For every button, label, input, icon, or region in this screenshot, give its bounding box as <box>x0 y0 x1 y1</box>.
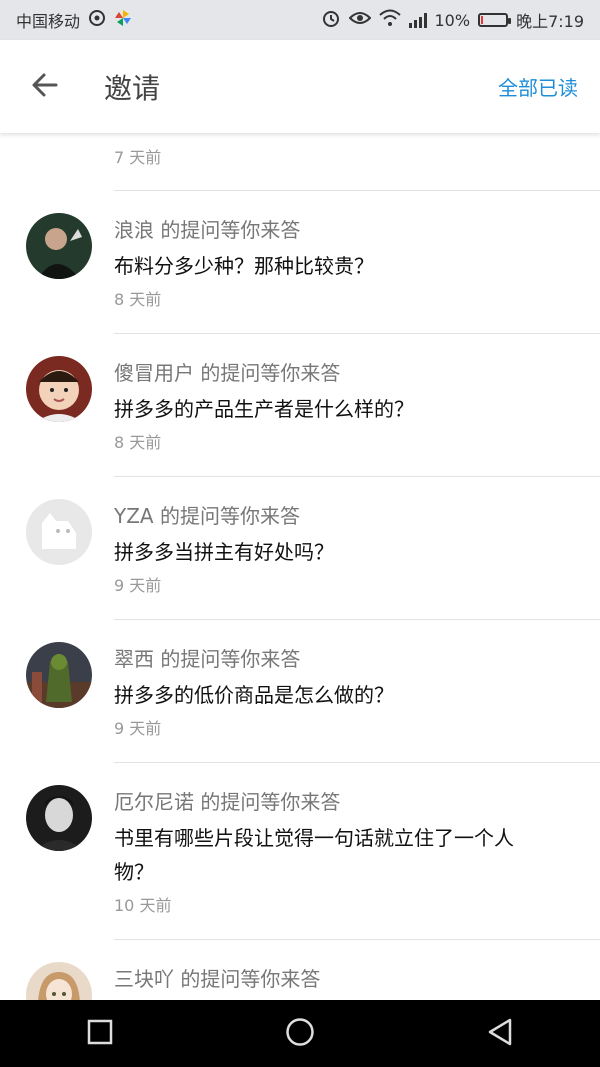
clock: 晚上7:19 <box>516 12 584 31</box>
item-inviter: 翠西 的提问等你来答 <box>114 647 301 671</box>
triangle-back-icon <box>486 1017 514 1051</box>
item-time: 9 天前 <box>114 719 162 738</box>
avatar[interactable] <box>26 356 92 422</box>
status-bar: 中国移动 10% 晚上7:19 <box>0 0 600 40</box>
avatar[interactable] <box>26 962 92 1000</box>
list-item[interactable]: 7 天前 <box>114 133 600 191</box>
item-time: 8 天前 <box>114 290 162 309</box>
eye-icon <box>348 10 371 30</box>
item-inviter: 厄尔尼诺 的提问等你来答 <box>114 790 341 814</box>
signal-icon <box>408 12 427 28</box>
item-time: 10 天前 <box>114 896 172 915</box>
page-title: 邀请 <box>104 71 161 105</box>
item-question: 书里有哪些片段让觉得一句话就立住了一个人物？ <box>114 826 514 884</box>
back-nav-button[interactable] <box>465 1000 535 1067</box>
item-inviter: 三块吖 的提问等你来答 <box>114 967 321 991</box>
list-item[interactable]: 浪浪 的提问等你来答 布料分多少种？那种比较贵？ 8 天前 <box>26 191 600 334</box>
avatar[interactable] <box>26 785 92 851</box>
back-button[interactable] <box>0 40 90 133</box>
square-icon <box>87 1019 113 1049</box>
item-question: 拼多多当拼主有好处吗？ <box>114 540 334 564</box>
item-question: 拼多多的产品生产者是什么样的？ <box>114 397 414 421</box>
arrow-left-icon <box>30 70 60 104</box>
avatar[interactable] <box>26 213 92 279</box>
alarm-icon <box>321 8 341 32</box>
circle-icon <box>285 1017 315 1051</box>
weibo-icon <box>88 9 106 31</box>
invitation-list: 7 天前 浪浪 的提问等你来答 布料分多少种？那种比较贵？ 8 天前 傻冒用户 … <box>0 133 600 1000</box>
mark-all-read-button[interactable]: 全部已读 <box>498 72 578 101</box>
item-time: 9 天前 <box>114 576 162 595</box>
avatar[interactable] <box>26 499 92 565</box>
status-right: 10% 晚上7:19 <box>321 8 584 32</box>
carrier-label: 中国移动 <box>16 12 81 31</box>
status-left: 中国移动 <box>16 8 132 32</box>
item-inviter: YZA 的提问等你来答 <box>114 504 300 528</box>
item-inviter: 傻冒用户 的提问等你来答 <box>114 361 341 385</box>
wifi-icon <box>378 9 401 31</box>
item-time: 7 天前 <box>114 148 162 167</box>
item-question: 布料分多少种？那种比较贵？ <box>114 254 374 278</box>
list-item[interactable]: YZA 的提问等你来答 拼多多当拼主有好处吗？ 9 天前 <box>26 477 600 620</box>
avatar[interactable] <box>26 642 92 708</box>
list-item[interactable]: 三块吖 的提问等你来答 <box>26 940 600 1000</box>
home-button[interactable] <box>265 1000 335 1067</box>
battery-percent: 10% <box>434 10 471 30</box>
list-item[interactable]: 厄尔尼诺 的提问等你来答 书里有哪些片段让觉得一句话就立住了一个人物？ 10 天… <box>26 763 600 940</box>
recents-button[interactable] <box>65 1000 135 1067</box>
item-question: 拼多多的低价商品是怎么做的？ <box>114 683 394 707</box>
pinwheel-icon <box>114 9 132 31</box>
item-inviter: 浪浪 的提问等你来答 <box>114 218 301 242</box>
list-item[interactable]: 傻冒用户 的提问等你来答 拼多多的产品生产者是什么样的？ 8 天前 <box>26 334 600 477</box>
system-nav-bar <box>0 1000 600 1067</box>
list-item[interactable]: 翠西 的提问等你来答 拼多多的低价商品是怎么做的？ 9 天前 <box>26 620 600 763</box>
battery-icon <box>478 13 512 27</box>
app-header: 邀请 全部已读 <box>0 40 600 133</box>
item-time: 8 天前 <box>114 433 162 452</box>
